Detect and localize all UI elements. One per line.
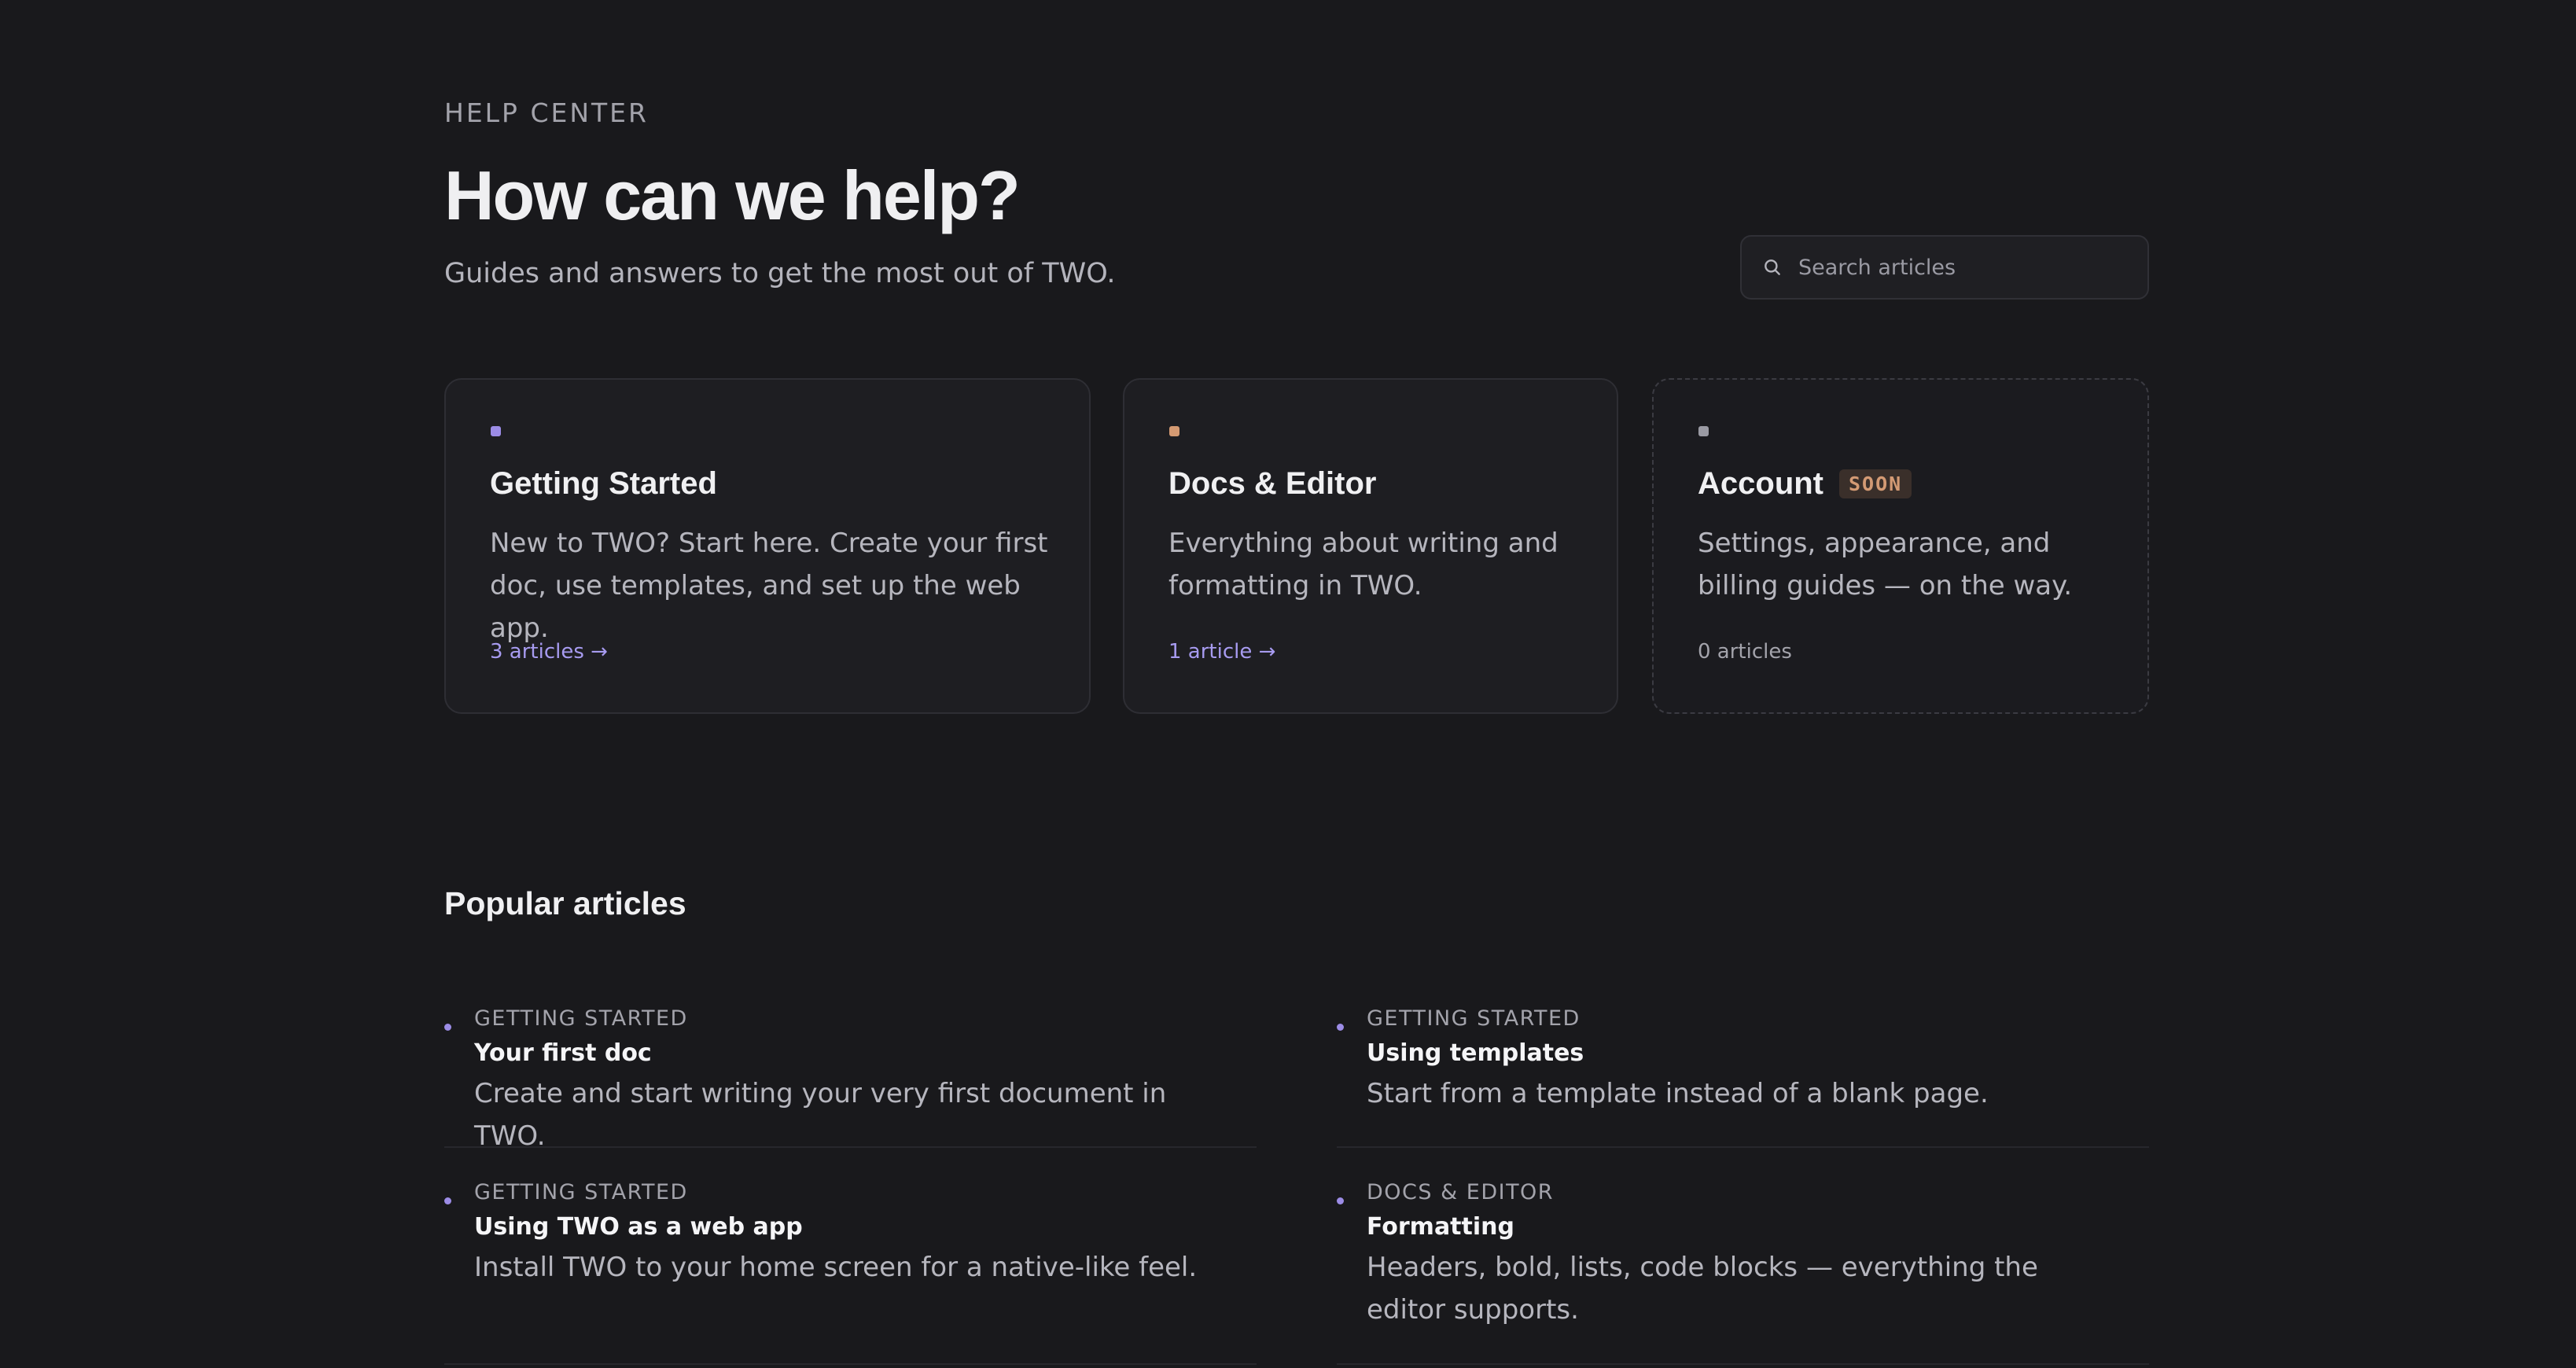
category-articles-link[interactable]: 1 article →	[1168, 640, 1275, 664]
article-category: GETTING STARTED	[1367, 1006, 1581, 1031]
category-title-wrap: Docs & Editor	[1168, 466, 1376, 502]
category-dot	[491, 426, 501, 436]
category-title: Getting Started	[490, 466, 717, 501]
search-box[interactable]	[1740, 235, 2149, 300]
page-subtitle: Guides and answers to get the most out o…	[444, 258, 1116, 289]
popular-articles-title: Popular articles	[444, 885, 686, 921]
category-title: Docs & Editor	[1168, 466, 1377, 501]
category-dot	[1698, 426, 1709, 436]
article-description: Create and start writing your very first…	[474, 1078, 1167, 1152]
article-title[interactable]: Using TWO as a web app	[474, 1213, 803, 1241]
article-item[interactable]: GETTING STARTED Your first doc Create an…	[444, 1006, 1257, 1152]
category-title-wrap: Account SOON	[1698, 466, 1912, 502]
article-bullet	[1337, 1024, 1344, 1031]
article-item[interactable]: GETTING STARTED Using templates Start fr…	[1337, 1006, 2149, 1148]
article-category: DOCS & EDITOR	[1367, 1180, 1555, 1204]
article-description: Start from a template instead of a blank…	[1367, 1078, 1989, 1109]
category-dot	[1169, 426, 1179, 436]
article-title[interactable]: Your first doc	[474, 1039, 652, 1067]
article-bullet	[1337, 1197, 1344, 1204]
article-category: GETTING STARTED	[474, 1006, 688, 1031]
category-card-getting-started[interactable]: Getting Started New to TWO? Start here. …	[444, 378, 1091, 714]
category-title: Account	[1698, 466, 1823, 501]
soon-badge: SOON	[1839, 469, 1912, 498]
category-card-docs-editor[interactable]: Docs & Editor Everything about writing a…	[1123, 378, 1618, 714]
article-description: Install TWO to your home screen for a na…	[474, 1252, 1198, 1283]
article-category: GETTING STARTED	[474, 1180, 688, 1204]
category-articles-link[interactable]: 3 articles →	[490, 640, 608, 664]
page-title: How can we help?	[444, 156, 1021, 234]
article-description: Headers, bold, lists, code blocks — ever…	[1367, 1252, 2038, 1326]
article-title[interactable]: Formatting	[1367, 1213, 1514, 1241]
article-bullet	[444, 1197, 451, 1204]
category-description: Settings, appearance, and billing guides…	[1698, 528, 2073, 601]
article-title[interactable]: Using templates	[1367, 1039, 1584, 1067]
article-bullet	[444, 1024, 451, 1031]
category-articles-count: 0 articles	[1698, 640, 1792, 664]
category-description: Everything about writing and formatting …	[1168, 528, 1558, 601]
article-item[interactable]: GETTING STARTED Using TWO as a web app I…	[444, 1180, 1257, 1365]
search-input[interactable]	[1798, 255, 2129, 280]
category-description: New to TWO? Start here. Create your firs…	[490, 528, 1048, 644]
category-title-wrap: Getting Started	[490, 466, 717, 502]
help-center-page: HELP CENTER How can we help? Guides and …	[444, 0, 2149, 1368]
page-eyebrow: HELP CENTER	[444, 97, 649, 128]
category-card-account: Account SOON Settings, appearance, and b…	[1652, 378, 2149, 714]
search-icon	[1765, 259, 1780, 275]
article-item[interactable]: DOCS & EDITOR Formatting Headers, bold, …	[1337, 1180, 2149, 1365]
